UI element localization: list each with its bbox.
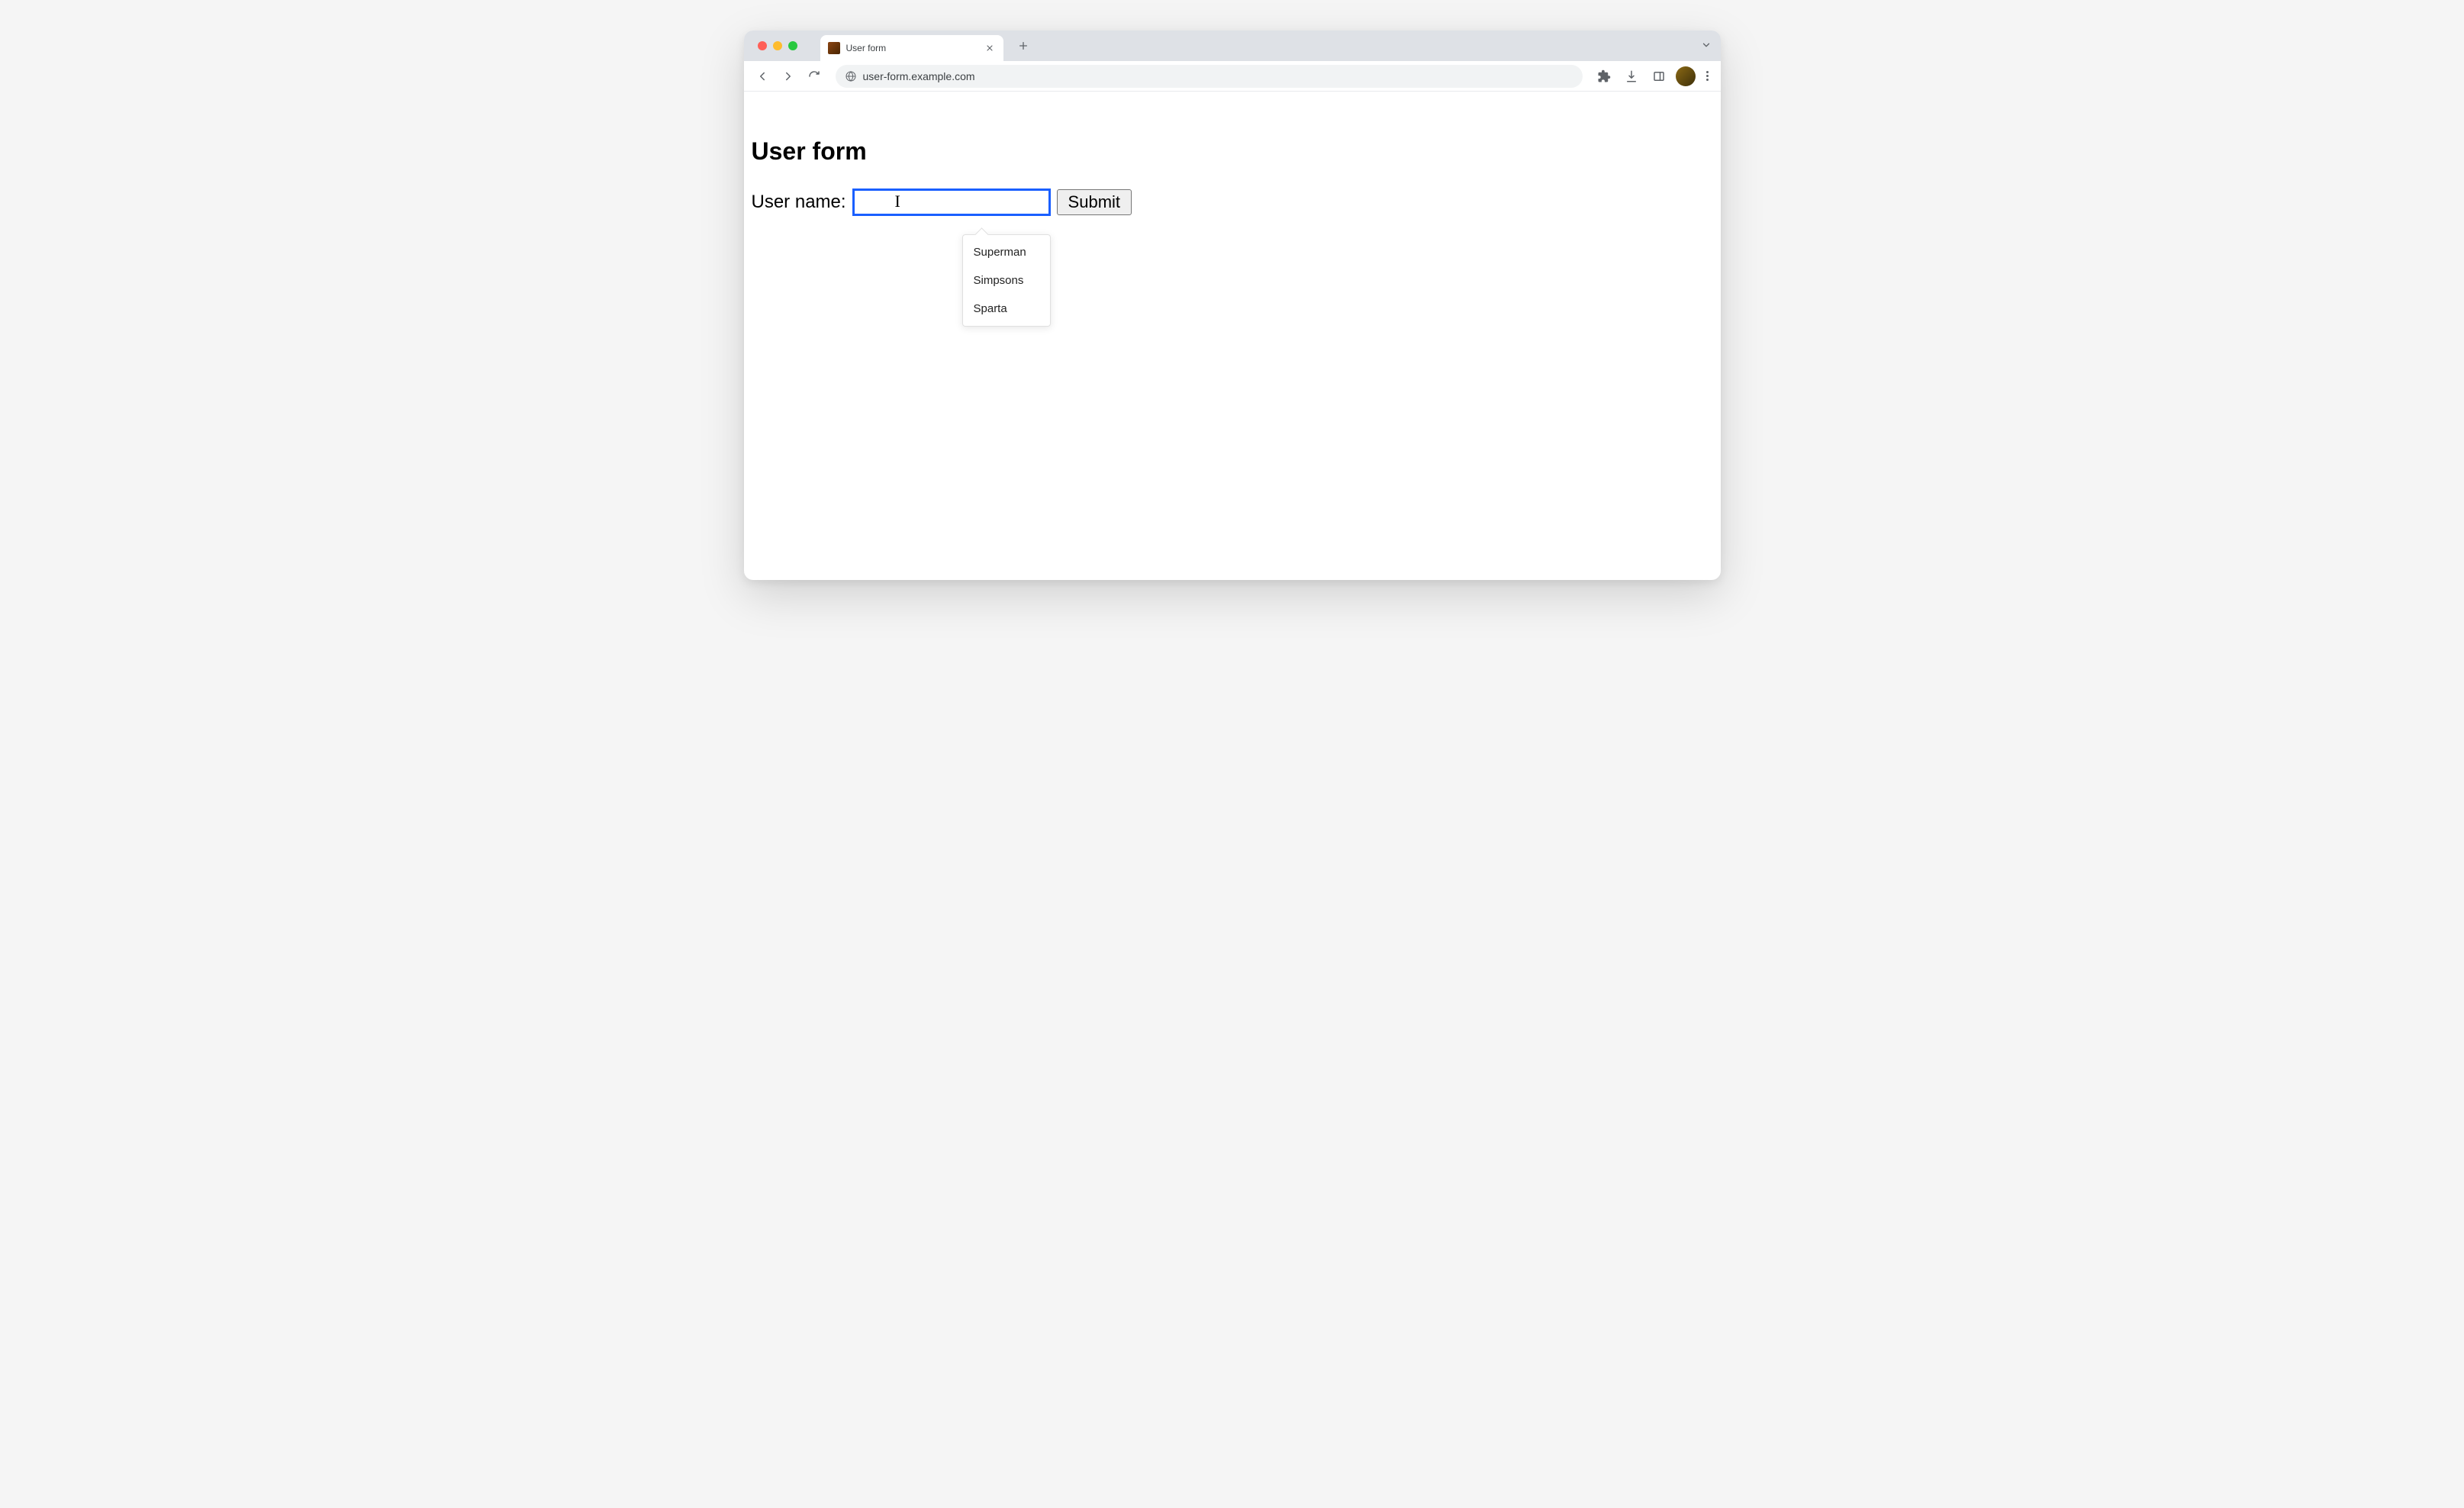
submit-button[interactable]: Submit [1057, 189, 1132, 215]
site-info-icon [845, 70, 857, 82]
forward-button[interactable] [778, 66, 799, 87]
close-tab-button[interactable] [984, 42, 996, 54]
profile-avatar[interactable] [1676, 66, 1696, 86]
address-bar[interactable]: user-form.example.com [836, 65, 1583, 88]
extensions-button[interactable] [1593, 66, 1615, 87]
browser-toolbar: user-form.example.com [744, 61, 1721, 92]
downloads-button[interactable] [1621, 66, 1642, 87]
browser-menu-button[interactable] [1702, 68, 1713, 84]
browser-window: User form user-form.example.com [744, 31, 1721, 580]
side-panel-button[interactable] [1648, 66, 1670, 87]
reload-button[interactable] [804, 66, 825, 87]
window-controls [750, 41, 805, 50]
page-title: User form [752, 137, 1713, 166]
back-button[interactable] [752, 66, 773, 87]
tabs-dropdown-button[interactable] [1701, 40, 1712, 53]
tab-title: User form [846, 43, 978, 53]
autocomplete-dropdown: Superman Simpsons Sparta [962, 234, 1051, 327]
toolbar-actions [1593, 66, 1713, 87]
user-form: User name: I Submit Superman Simpsons Sp… [752, 188, 1713, 216]
url-text: user-form.example.com [863, 70, 975, 82]
window-close-button[interactable] [758, 41, 767, 50]
window-minimize-button[interactable] [773, 41, 782, 50]
autocomplete-item[interactable]: Sparta [963, 295, 1050, 323]
new-tab-button[interactable] [1013, 35, 1034, 56]
username-input[interactable] [852, 188, 1051, 216]
page-content: User form User name: I Submit Superman S… [744, 92, 1721, 580]
favicon-icon [828, 42, 840, 54]
autocomplete-item[interactable]: Superman [963, 238, 1050, 266]
username-label: User name: [752, 192, 846, 213]
autocomplete-item[interactable]: Simpsons [963, 266, 1050, 295]
tab-bar: User form [744, 31, 1721, 61]
window-maximize-button[interactable] [788, 41, 797, 50]
browser-tab[interactable]: User form [820, 35, 1003, 61]
